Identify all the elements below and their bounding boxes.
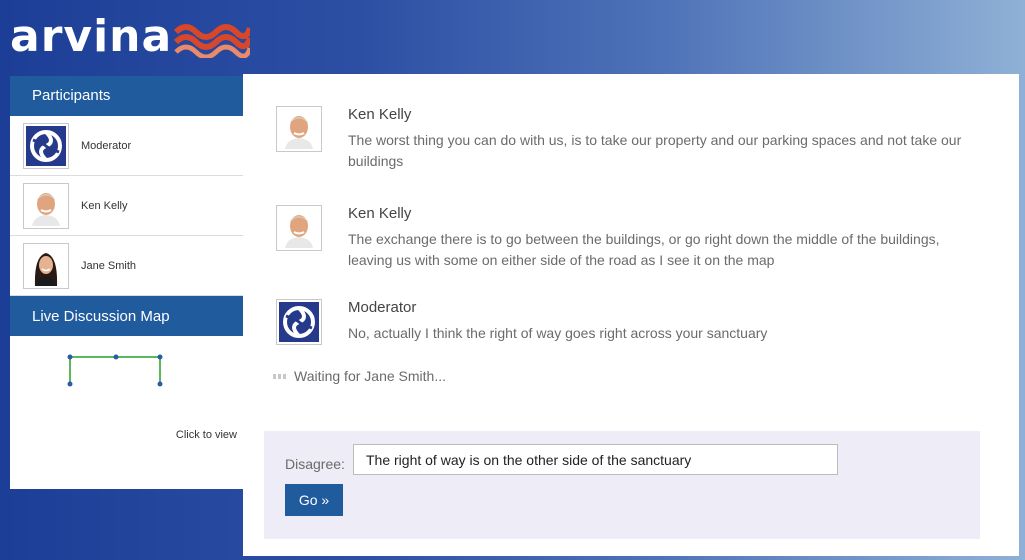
- message-item: Ken Kelly The exchange there is to go be…: [276, 205, 978, 271]
- man-avatar-icon: [276, 205, 322, 251]
- loading-dots-icon: [273, 373, 286, 379]
- discussion-panel: Ken Kelly The worst thing you can do wit…: [243, 74, 1019, 556]
- arvina-logo[interactable]: arvina: [10, 8, 251, 64]
- woman-avatar-icon: [23, 242, 69, 289]
- participant-name: Moderator: [81, 139, 132, 152]
- message-item: Moderator No, actually I think the right…: [276, 299, 978, 345]
- go-button[interactable]: Go »: [285, 484, 343, 516]
- message-text: The worst thing you can do with us, is t…: [348, 132, 962, 169]
- participant-moderator[interactable]: Moderator: [10, 116, 243, 176]
- waiting-text: Waiting for Jane Smith...: [294, 368, 446, 384]
- top-bar: arvina: [0, 0, 1025, 72]
- moderator-logo-icon: [276, 299, 322, 345]
- man-avatar-icon: [276, 106, 322, 152]
- message-item: Ken Kelly The worst thing you can do wit…: [276, 106, 978, 172]
- participant-ken-kelly[interactable]: Ken Kelly: [10, 176, 243, 236]
- participants-header: Participants: [10, 76, 243, 116]
- message-author: Ken Kelly: [348, 106, 412, 123]
- reply-panel: Disagree: The right of way is on the oth…: [264, 431, 980, 539]
- participant-name: Jane Smith: [81, 259, 137, 272]
- participant-jane-smith[interactable]: Jane Smith: [10, 236, 243, 296]
- click-to-view-link[interactable]: Click to view: [176, 429, 237, 441]
- sidebar: Participants Moderator Ken Kelly Jane Sm…: [10, 76, 243, 489]
- message-author: Moderator: [348, 299, 417, 316]
- typing-indicator: Waiting for Jane Smith...: [273, 368, 446, 384]
- discussion-map-thumbnail[interactable]: Click to view: [10, 336, 243, 489]
- reply-stance-label: Disagree:: [285, 456, 345, 472]
- message-author: Ken Kelly: [348, 205, 412, 222]
- moderator-logo-icon: [23, 122, 69, 169]
- discussion-map-graph: [67, 354, 163, 387]
- message-text: No, actually I think the right of way go…: [348, 325, 768, 341]
- live-discussion-map-header: Live Discussion Map: [10, 296, 243, 336]
- participant-name: Ken Kelly: [81, 199, 128, 212]
- message-text: The exchange there is to go between the …: [348, 231, 940, 268]
- logo-text: arvina: [10, 10, 173, 62]
- reply-input[interactable]: The right of way is on the other side of…: [353, 444, 838, 475]
- wave-icon: [174, 24, 251, 58]
- man-avatar-icon: [23, 182, 69, 229]
